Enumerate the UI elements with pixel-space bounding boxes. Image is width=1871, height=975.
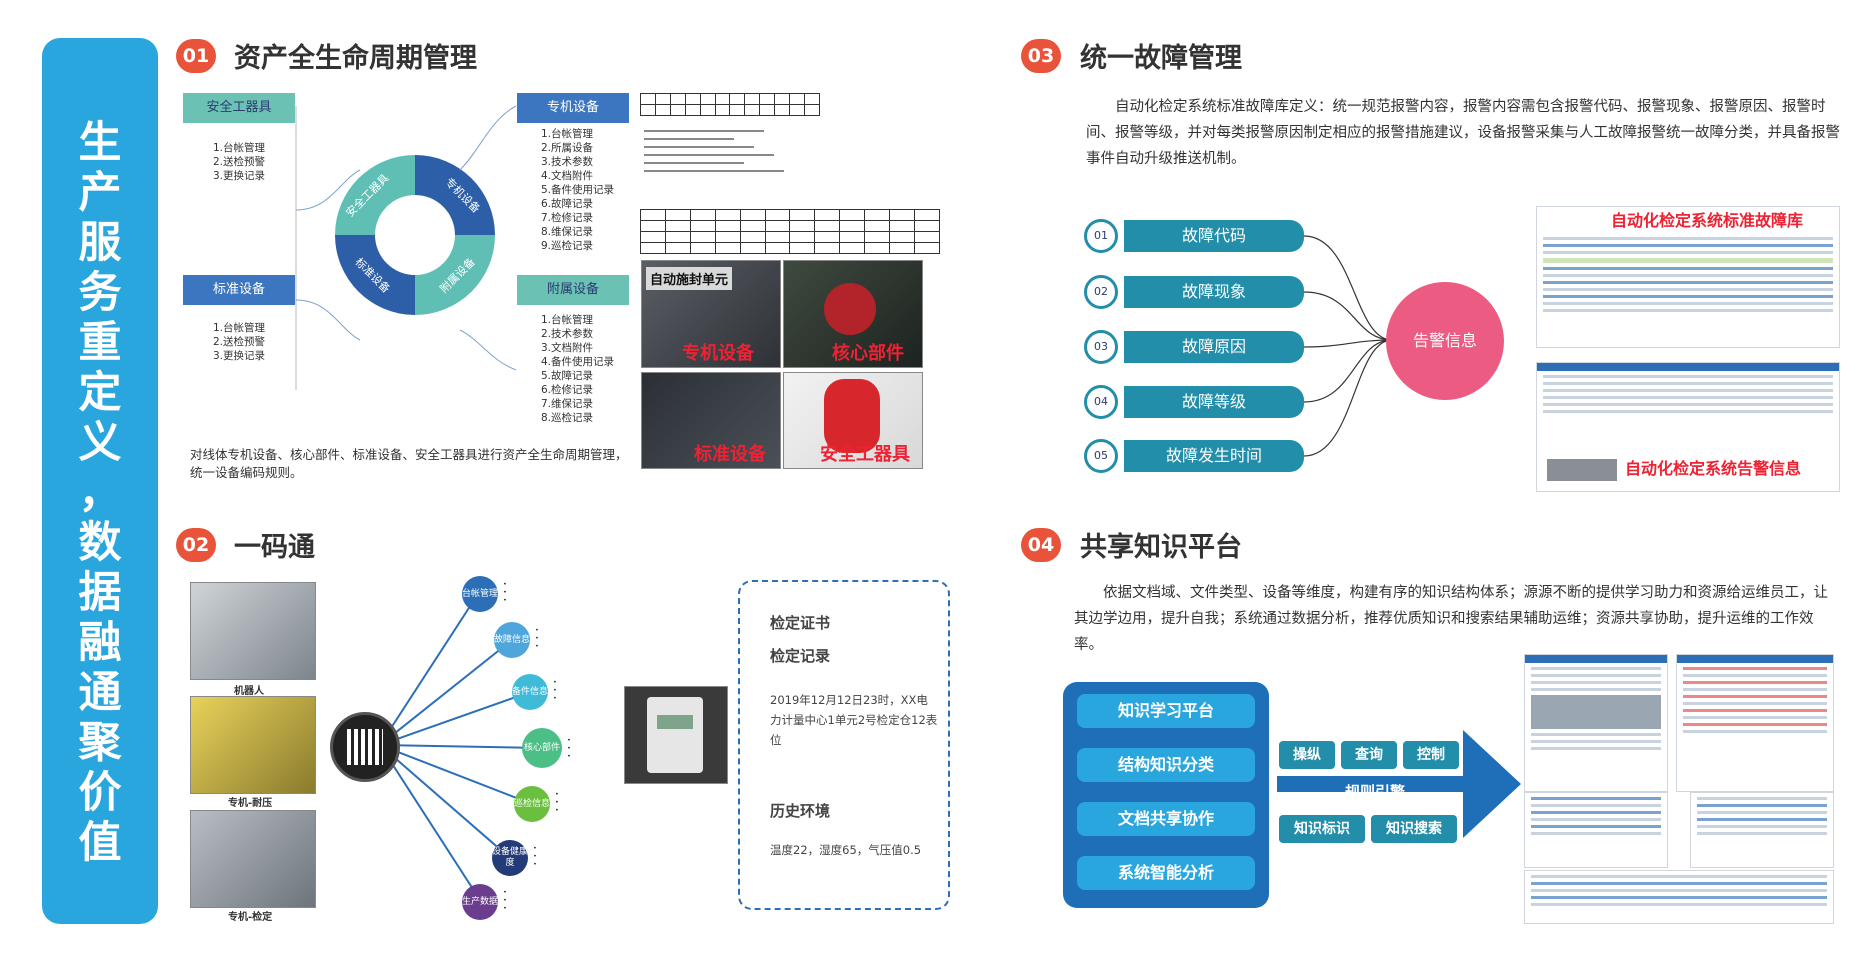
node-ledger: 台帐管理 [462,576,498,612]
section-4-title: 共享知识平台 [1080,532,1242,563]
node-patrol: 巡检信息 [514,786,550,822]
node-core-items: • • • [567,736,571,760]
fault-connectors [1304,235,1393,457]
fault-list: 故障代码 01 故障现象 02 故障原因 03 故障等级 04 故障发生时间 0… [1084,216,1304,486]
banner-title: 生产服务重定义，数据融通聚价值 [78,118,122,868]
node-spare-items: • • • [553,678,557,702]
photo-verification [190,810,316,908]
category-head-safety: 安全工器具 [183,93,295,123]
photo-core-component: 核心部件 [783,260,923,368]
section-1-title: 资产全生命周期管理 [234,43,477,74]
node-production-items: • • • [503,888,507,912]
meter-photo [624,686,728,784]
qr-code-icon [347,729,383,765]
category-head-standard: 标准设备 [183,275,295,305]
knowledge-search-tag: 知识搜索 [1371,815,1457,843]
cert-record-title: 检定记录 [770,647,831,665]
section-2-title: 一码通 [234,532,315,563]
alarm-info-screen-title: 自动化检定系统告警信息 [1625,459,1802,478]
photo-label-special: 专机设备 [682,343,754,364]
photo-verification-caption: 专机-检定 [228,912,273,923]
node-fault: 故障信息 [494,622,530,658]
qr-hub [330,712,400,782]
photo-label-safety: 安全工器具 [820,444,910,465]
node-fault-items: • • • [535,626,539,650]
photo-withstand [190,696,316,794]
photo-safety-tool: 安全工器具 [783,372,923,469]
section-3-title: 统一故障管理 [1080,43,1242,74]
machine-sign: 自动施封单元 [646,267,733,290]
node-ledger-items: • • • [503,580,507,604]
photo-withstand-caption: 专机-耐压 [228,798,273,809]
section-1-description: 对线体专机设备、核心部件、标准设备、安全工器具进行资产全生命周期管理，统一设备编… [190,447,628,480]
node-spare: 备件信息 [512,674,548,710]
category-list-safety: 1.台帐管理 2.送检预警 3.更换记录 [213,142,266,182]
node-production: 生产数据 [462,884,498,920]
section-4-description: 依据文档域、文件类型、设备等维度，构建有序的知识结构体系；源源不断的提供学习助力… [1074,585,1828,653]
structured-classification-button[interactable]: 结构知识分类 [1077,748,1255,782]
category-head-special: 专机设备 [517,93,629,123]
node-patrol-items: • • • [555,790,559,814]
section-2-number: 02 [176,528,216,562]
fault-level: 故障等级 [1124,386,1304,418]
section-4-number: 04 [1021,528,1061,562]
category-head-auxiliary: 附属设备 [517,275,629,305]
knowledge-screen-4 [1690,792,1834,868]
section-3-number: 03 [1021,39,1061,73]
alarm-info-screen: 自动化检定系统告警信息 [1536,362,1840,492]
knowledge-screen-2 [1676,654,1834,792]
cert-title: 检定证书 [770,614,831,632]
knowledge-screen-3 [1524,792,1668,868]
knowledge-learning-button[interactable]: 知识学习平台 [1077,694,1255,728]
photo-standard-equipment: 标准设备 [641,372,781,469]
ring-connectors [295,105,517,390]
photo-special-equipment: 自动施封单元 专机设备 [641,260,781,368]
knowledge-label-tag: 知识标识 [1279,815,1365,843]
env-text: 温度22，湿度65，气压值0.5 [770,843,922,857]
fault-num-1: 01 [1084,219,1118,253]
env-title: 历史环境 [770,802,831,820]
section-3-description: 自动化检定系统标准故障库定义：统一规范报警内容，报警内容需包含报警代码、报警现象… [1086,99,1840,167]
category-list-special: 1.台帐管理 2.所属设备 3.技术参数 4.文档附件 5.备件使用记录 6.故障记录 … [541,128,615,252]
photo-robot-caption: 机器人 [234,686,264,697]
fault-cause: 故障原因 [1124,331,1304,363]
smart-analysis-button[interactable]: 系统智能分析 [1077,856,1255,890]
category-list-standard: 1.台帐管理 2.送检预警 3.更换记录 [213,322,266,362]
photo-label-core: 核心部件 [832,343,904,364]
cert-record-text: 2019年12月12日23时，XX电力计量中心1单元2号检定仓12表位 [770,693,938,747]
node-health: 设备健康度 [492,840,528,876]
fault-time: 故障发生时间 [1124,440,1304,472]
photo-robot [190,582,316,680]
fault-library-screen-title: 自动化检定系统标准故障库 [1611,211,1804,230]
fault-num-3: 03 [1084,330,1118,364]
knowledge-screen-1 [1524,654,1668,792]
fault-num-2: 02 [1084,275,1118,309]
record-table-thumbnail [640,209,945,254]
photo-label-standard: 标准设备 [694,444,766,465]
alarm-circle: 告警信息 [1386,282,1504,400]
fault-num-5: 05 [1084,439,1118,473]
node-health-items: • • • [533,844,537,868]
rule-engine-label: 规则引擎 [1344,783,1405,801]
fault-code: 故障代码 [1124,220,1304,252]
document-sharing-button[interactable]: 文档共享协作 [1077,802,1255,836]
category-list-auxiliary: 1.台帐管理 2.技术参数 3.文档附件 4.备件使用记录 5.故障记录 6.检修记录 … [541,314,615,424]
fault-library-screen: 自动化检定系统标准故障库 [1536,206,1840,348]
fault-phenomenon: 故障现象 [1124,276,1304,308]
knowledge-screen-table [1524,870,1834,924]
fault-num-4: 04 [1084,385,1118,419]
section-1-number: 01 [176,39,216,73]
node-core: 核心部件 [522,728,562,768]
